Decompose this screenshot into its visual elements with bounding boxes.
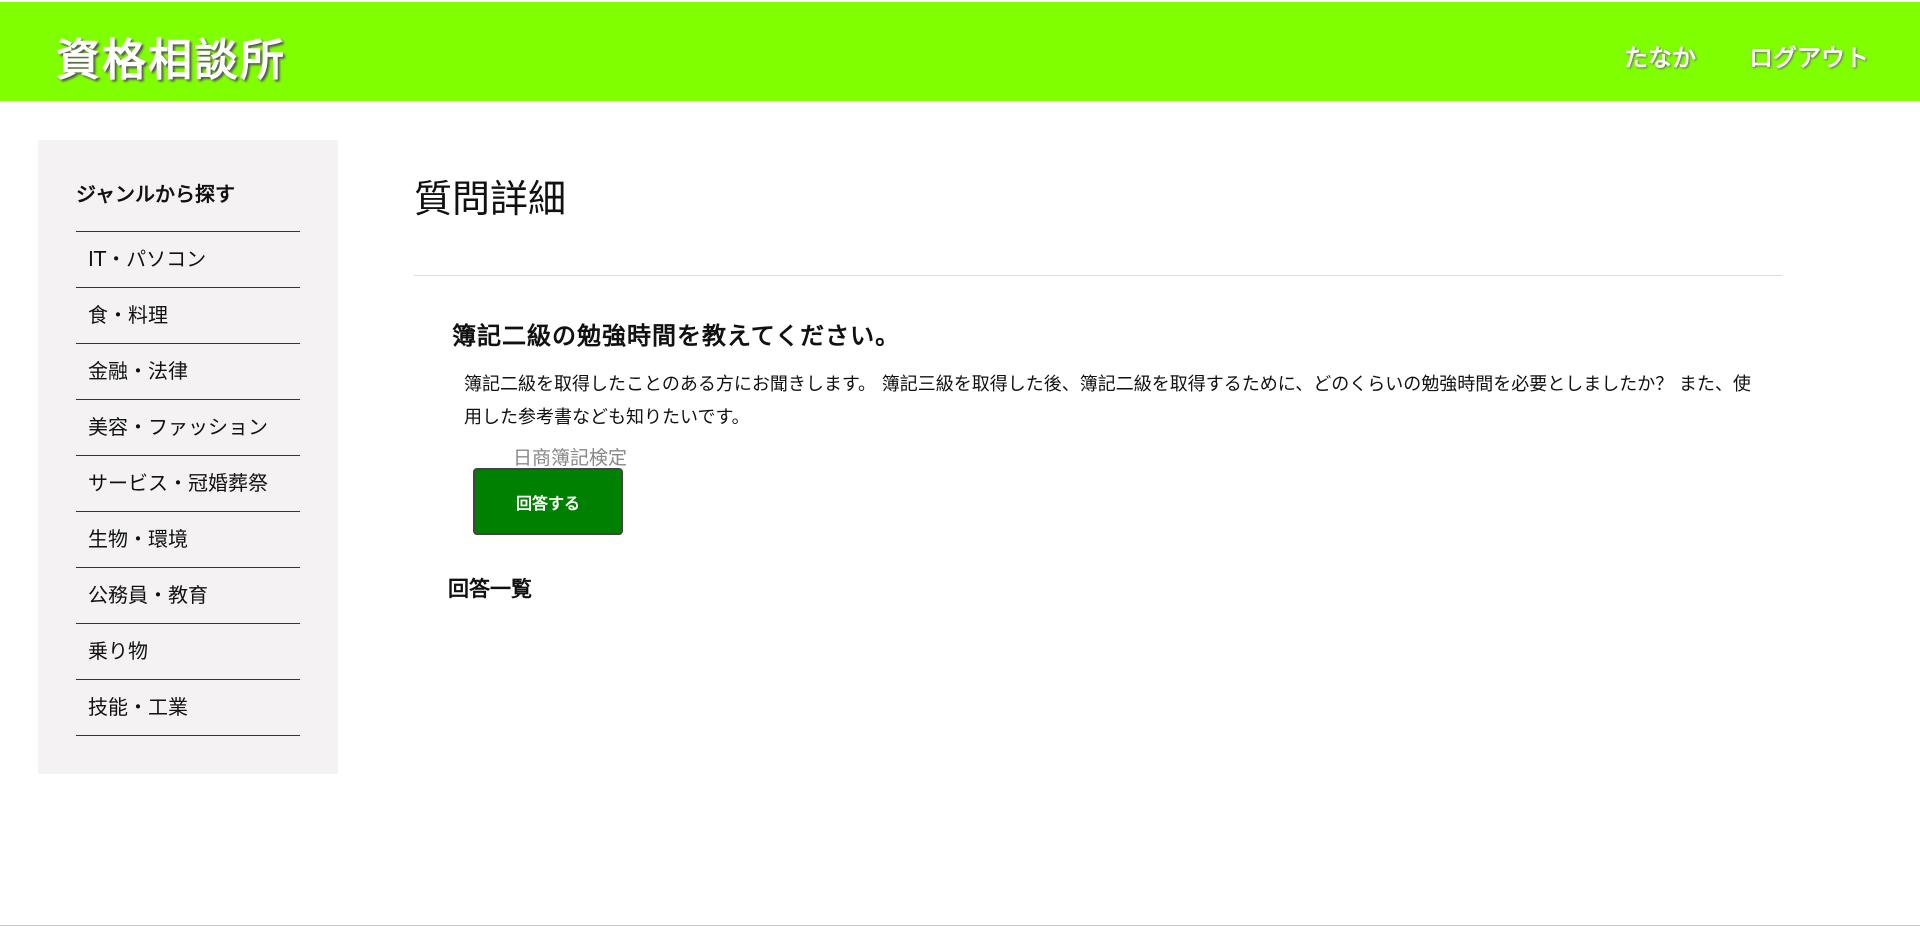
sidebar-item-civil-service-education[interactable]: 公務員・教育	[76, 568, 300, 624]
question-body: 簿記二級を取得したことのある方にお聞きします。 簿記三級を取得した後、簿記二級を…	[464, 374, 1751, 428]
sidebar-item-vehicles[interactable]: 乗り物	[76, 624, 300, 680]
sidebar-item-it-pc[interactable]: IT・パソコン	[76, 232, 300, 288]
question-tag[interactable]: 日商簿記検定	[513, 443, 627, 470]
sidebar-item-beauty-fashion[interactable]: 美容・ファッション	[76, 400, 300, 456]
sidebar-item-finance-law[interactable]: 金融・法律	[76, 344, 300, 400]
page-title: 質問詳細	[414, 177, 567, 221]
sidebar-item-service-ceremony[interactable]: サービス・冠婚葬祭	[76, 456, 300, 512]
question-title: 簿記二級の勉強時間を教えてください。	[452, 322, 901, 350]
title-divider	[414, 275, 1782, 276]
user-name-link[interactable]: たなか	[1624, 38, 1696, 73]
site-logo[interactable]: 資格相談所	[56, 24, 286, 88]
site-header: 資格相談所 たなか ログアウト	[0, 2, 1920, 101]
answers-heading: 回答一覧	[448, 577, 532, 601]
sidebar-item-food-cooking[interactable]: 食・料理	[76, 288, 300, 344]
sidebar-item-biology-environment[interactable]: 生物・環境	[76, 512, 300, 568]
sidebar-title: ジャンルから探す	[76, 182, 235, 206]
page-bottom-divider	[0, 925, 1920, 926]
genre-list: IT・パソコン 食・料理 金融・法律 美容・ファッション サービス・冠婚葬祭 生…	[76, 231, 300, 736]
logout-link[interactable]: ログアウト	[1749, 38, 1869, 73]
sidebar-item-skills-industry[interactable]: 技能・工業	[76, 680, 300, 736]
answer-button[interactable]: 回答する	[473, 468, 623, 535]
genre-sidebar: ジャンルから探す IT・パソコン 食・料理 金融・法律 美容・ファッション サー…	[38, 140, 338, 774]
